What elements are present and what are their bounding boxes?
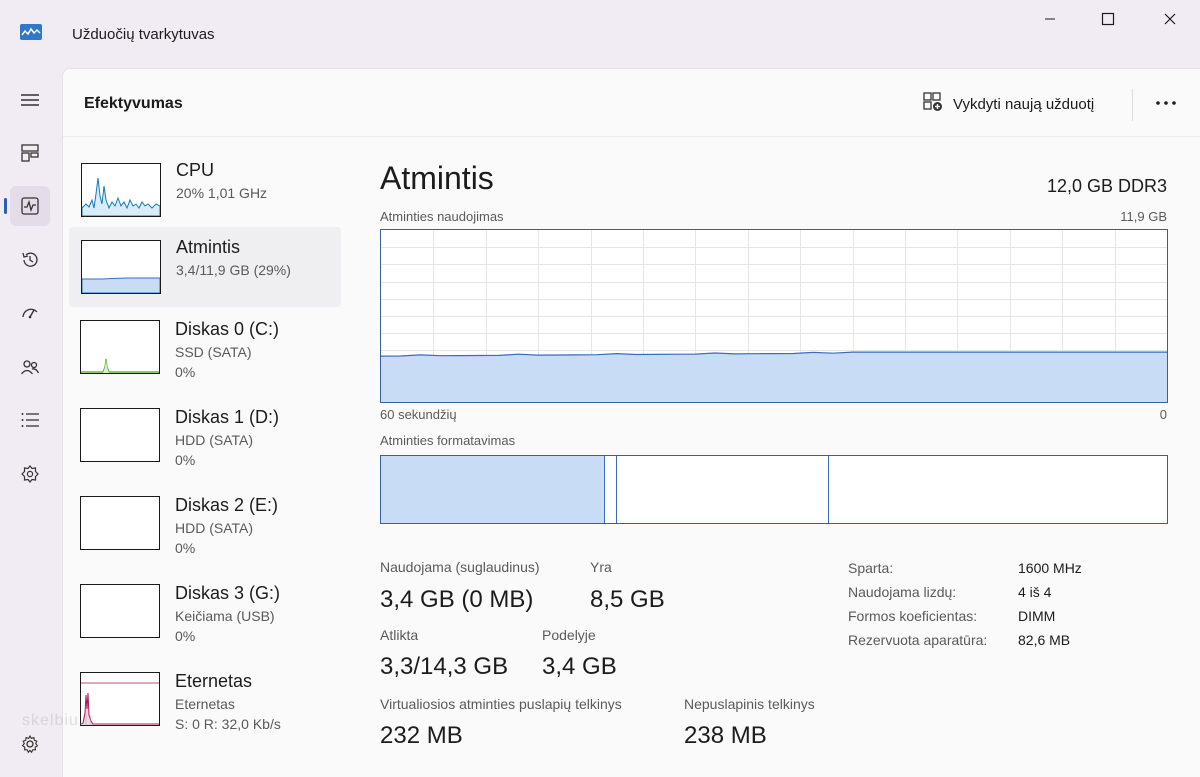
slots-used-value: 4 iš 4 xyxy=(1018,584,1052,600)
app-title: Užduočių tvarkytuvas xyxy=(72,26,215,43)
device-type: HDD (SATA) xyxy=(175,432,254,448)
speed-label: Sparta: xyxy=(848,560,894,576)
memory-type: 12,0 GB DDR3 xyxy=(1046,176,1167,196)
usage-graph-label: Atminties naudojimas xyxy=(380,209,504,224)
usage-graph-max: 11,9 GB xyxy=(1120,209,1167,224)
minimize-button[interactable] xyxy=(1030,8,1070,30)
device-usage: 0% xyxy=(175,364,196,380)
device-type: HDD (SATA) xyxy=(175,520,254,536)
title-bar: Užduočių tvarkytuvas xyxy=(0,0,1200,68)
speed-value: 1600 MHz xyxy=(1018,560,1082,576)
disk-2-graph xyxy=(80,496,160,550)
watermark: skelbiu.lt xyxy=(22,712,95,729)
device-name: Diskas 0 (C:) xyxy=(175,319,280,339)
device-name: Diskas 1 (D:) xyxy=(175,407,280,427)
device-disk-3-entry[interactable]: Diskas 3 (G:) Keičiama (USB) 0% xyxy=(68,582,340,662)
paged-pool-label: Virtualiosios atminties puslapių telkiny… xyxy=(380,696,622,712)
memory-title: Atmintis xyxy=(380,160,494,196)
device-throughput: S: 0 R: 32,0 Kb/s xyxy=(175,716,281,732)
composition-standby-segment xyxy=(617,456,829,523)
device-name: Diskas 2 (E:) xyxy=(175,495,279,515)
device-usage: 0% xyxy=(175,452,196,468)
device-usage: 0% xyxy=(175,540,196,556)
device-type: Eternetas xyxy=(175,696,235,712)
details-icon[interactable] xyxy=(10,400,50,440)
device-disk-1-entry[interactable]: Diskas 1 (D:) HDD (SATA) 0% xyxy=(68,406,340,486)
form-factor-label: Formos koeficientas: xyxy=(848,608,978,624)
device-name: Eternetas xyxy=(175,671,253,691)
device-disk-2-entry[interactable]: Diskas 2 (E:) HDD (SATA) 0% xyxy=(68,494,340,574)
composition-label: Atminties formatavimas xyxy=(380,433,516,448)
panel-header: Efektyvumas Vykdyti naują užduotį xyxy=(63,69,1200,137)
hardware-reserved-label: Rezervuota aparatūra: xyxy=(848,632,988,648)
composition-modified-segment xyxy=(605,456,617,523)
menu-icon[interactable] xyxy=(10,80,50,120)
run-new-task-button[interactable]: Vykdyti naują užduotį xyxy=(923,91,1094,117)
processes-icon[interactable] xyxy=(10,133,50,173)
app-history-icon[interactable] xyxy=(10,240,50,280)
composition-free-segment xyxy=(829,456,1167,523)
available-label: Yra xyxy=(590,559,612,575)
performance-icon[interactable] xyxy=(4,186,50,226)
form-factor-value: DIMM xyxy=(1018,608,1056,624)
users-icon[interactable] xyxy=(10,347,50,387)
memory-detail-pane: Atmintis 12,0 GB DDR3 Atminties naudojim… xyxy=(380,136,1180,776)
run-new-task-icon xyxy=(923,92,943,116)
page-title: Efektyvumas xyxy=(84,95,183,112)
disk-1-graph xyxy=(80,408,160,462)
run-new-task-label: Vykdyti naują užduotį xyxy=(953,95,1095,113)
maximize-button[interactable] xyxy=(1088,8,1128,30)
committed-label: Atlikta xyxy=(380,627,419,643)
device-list-items: Diskas 0 (C:) SSD (SATA) 0% Diskas 1 (D:… xyxy=(62,136,347,776)
non-paged-pool-label: Nepuslapinis telkinys xyxy=(684,696,815,712)
device-ethernet-entry[interactable]: Eternetas Eternetas S: 0 R: 32,0 Kb/s xyxy=(68,670,340,750)
services-icon[interactable] xyxy=(10,454,50,494)
startup-icon[interactable] xyxy=(10,293,50,333)
available-value: 8,5 GB xyxy=(590,586,665,613)
close-button[interactable] xyxy=(1150,8,1190,30)
device-disk-0-entry[interactable]: Diskas 0 (C:) SSD (SATA) 0% xyxy=(68,318,340,398)
header-divider xyxy=(1132,89,1133,121)
disk-3-graph xyxy=(80,584,160,638)
navigation-rail xyxy=(0,68,60,777)
device-usage: 0% xyxy=(175,628,196,644)
more-options-icon[interactable] xyxy=(1151,89,1181,117)
committed-value: 3,3/14,3 GB xyxy=(380,653,509,680)
time-axis-left-label: 60 sekundžių xyxy=(380,407,457,422)
in-use-label: Naudojama (suglaudinus) xyxy=(380,559,540,575)
non-paged-pool-value: 238 MB xyxy=(684,722,767,749)
composition-in-use-segment xyxy=(381,456,605,523)
slots-used-label: Naudojama lizdų: xyxy=(848,584,957,600)
device-type: SSD (SATA) xyxy=(175,344,252,360)
cached-value: 3,4 GB xyxy=(542,653,617,680)
disk-0-graph xyxy=(80,320,160,374)
task-manager-app-icon xyxy=(20,24,42,40)
cached-label: Podelyje xyxy=(542,627,596,643)
device-type: Keičiama (USB) xyxy=(175,608,275,624)
memory-composition-bar xyxy=(380,455,1168,524)
in-use-value: 3,4 GB (0 MB) xyxy=(380,586,534,613)
hardware-reserved-value: 82,6 MB xyxy=(1018,632,1071,648)
time-axis-right-label: 0 xyxy=(1159,407,1167,422)
memory-usage-graph xyxy=(380,229,1168,403)
device-name: Diskas 3 (G:) xyxy=(175,583,281,603)
memory-usage-area xyxy=(381,352,1167,402)
paged-pool-value: 232 MB xyxy=(380,722,463,749)
settings-icon[interactable] xyxy=(10,724,50,764)
